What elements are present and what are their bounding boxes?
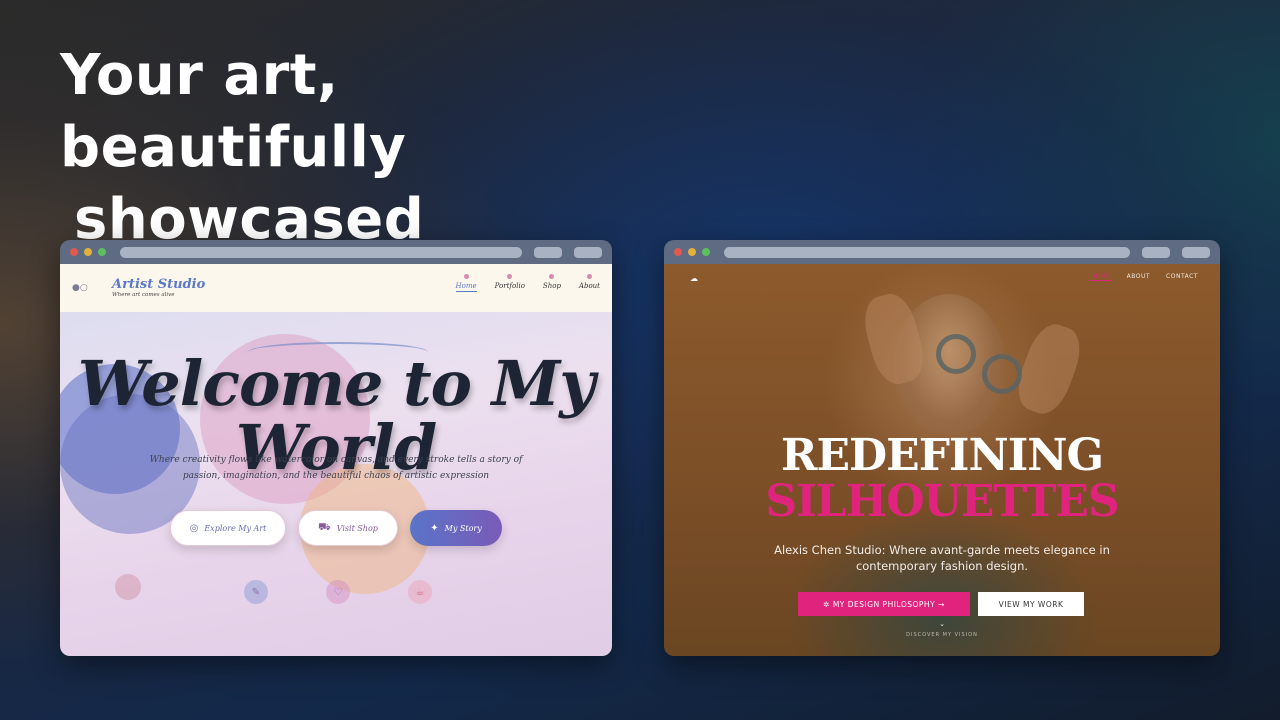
hero-title-line1: Welcome to My <box>77 347 596 420</box>
browser-button[interactable] <box>1182 246 1210 258</box>
coffee-icon[interactable]: ☕ <box>408 580 432 604</box>
scroll-hint[interactable]: DISCOVER MY VISION <box>664 632 1220 638</box>
nav-label: Shop <box>542 282 561 290</box>
pin-icon <box>549 274 555 279</box>
browser-button[interactable] <box>1142 246 1170 258</box>
nav-item-about[interactable]: ABOUT <box>1127 273 1150 281</box>
minimize-dot-icon[interactable] <box>688 248 696 256</box>
browser-window-fashion-studio: ☁ HOME ABOUT CONTACT REDEFINING SILHOUET… <box>664 240 1220 656</box>
nav-label: Portfolio <box>494 282 525 290</box>
button-label: My Story <box>444 523 482 533</box>
logo-icon[interactable]: ☁ <box>690 274 698 283</box>
minimize-dot-icon[interactable] <box>84 248 92 256</box>
hero-title-line2: SILHOUETTES <box>765 476 1119 527</box>
button-label: Visit Shop <box>336 523 378 533</box>
close-dot-icon[interactable] <box>70 248 78 256</box>
site-brand[interactable]: Artist Studio Where art comes alive <box>112 277 206 299</box>
palette-icon: ●○ <box>72 283 88 293</box>
hero-subtitle: Alexis Chen Studio: Where avant-garde me… <box>774 543 1110 573</box>
sunglasses-lens <box>982 354 1022 394</box>
maximize-dot-icon[interactable] <box>702 248 710 256</box>
sunglasses-lens <box>936 334 976 374</box>
site-navbar: ●○ Artist Studio Where art comes alive H… <box>60 264 612 312</box>
address-bar[interactable] <box>724 246 1130 258</box>
sparkle-icon: ✦ <box>430 522 439 534</box>
sparkle-icon: ✲ <box>823 599 833 609</box>
site-menu: HOME ABOUT CONTACT <box>1090 273 1198 281</box>
close-dot-icon[interactable] <box>674 248 682 256</box>
view-work-button[interactable]: VIEW MY WORK <box>978 592 1084 616</box>
design-philosophy-button[interactable]: ✲ MY DESIGN PHILOSOPHY → <box>798 592 970 616</box>
button-label: Explore My Art <box>204 523 267 533</box>
browser-window-artist-studio: ●○ Artist Studio Where art comes alive H… <box>60 240 612 656</box>
nav-item-home[interactable]: HOME <box>1090 273 1111 281</box>
headline: Your art, beautifully showcased <box>60 40 700 256</box>
hero-tagline: Where creativity flows like watercolor o… <box>149 455 523 481</box>
artist-site: ●○ Artist Studio Where art comes alive H… <box>60 264 612 656</box>
cta-row: ◎ Explore My Art ⛟ Visit Shop ✦ My Story <box>170 510 502 546</box>
nav-item-about[interactable]: About <box>579 274 600 292</box>
browser-chrome <box>60 240 612 264</box>
nav-label: Home <box>455 282 477 292</box>
arrow-right-icon: → <box>935 599 945 609</box>
hero-title-line1: REDEFINING <box>780 430 1104 481</box>
pin-icon <box>586 274 592 279</box>
headline-line1: Your art, beautifully <box>60 43 407 180</box>
pin-icon <box>463 274 469 279</box>
chevron-down-icon[interactable]: ⌄ <box>664 620 1220 628</box>
nav-item-shop[interactable]: Shop <box>543 274 561 292</box>
browser-button[interactable] <box>534 246 562 258</box>
fashion-site: ☁ HOME ABOUT CONTACT REDEFINING SILHOUET… <box>664 264 1220 656</box>
feature-icons: ✎ ♡ ☕ <box>244 580 432 604</box>
nav-item-contact[interactable]: CONTACT <box>1166 273 1198 281</box>
brand-name: Artist Studio <box>112 277 206 292</box>
button-label: MY DESIGN PHILOSOPHY <box>832 599 936 609</box>
browser-button[interactable] <box>574 246 602 258</box>
brand-tagline: Where art comes alive <box>112 292 175 298</box>
watercolor-blob <box>115 574 141 600</box>
cta-row: ✲ MY DESIGN PHILOSOPHY → VIEW MY WORK <box>798 592 1084 616</box>
explore-art-button[interactable]: ◎ Explore My Art <box>170 510 286 546</box>
heart-icon[interactable]: ♡ <box>326 580 350 604</box>
nav-item-home[interactable]: Home <box>455 274 477 292</box>
cart-icon: ⛟ <box>318 521 331 533</box>
brush-icon[interactable]: ✎ <box>244 580 268 604</box>
site-menu: Home Portfolio Shop About <box>455 274 600 292</box>
palette-icon: ◎ <box>189 522 199 534</box>
browser-chrome <box>664 240 1220 264</box>
maximize-dot-icon[interactable] <box>98 248 106 256</box>
visit-shop-button[interactable]: ⛟ Visit Shop <box>298 510 398 546</box>
my-story-button[interactable]: ✦ My Story <box>410 510 502 546</box>
hero-photo-hand <box>1010 318 1088 420</box>
nav-label: About <box>578 282 600 290</box>
pin-icon <box>507 274 513 279</box>
nav-item-portfolio[interactable]: Portfolio <box>495 274 525 292</box>
address-bar[interactable] <box>120 246 522 258</box>
